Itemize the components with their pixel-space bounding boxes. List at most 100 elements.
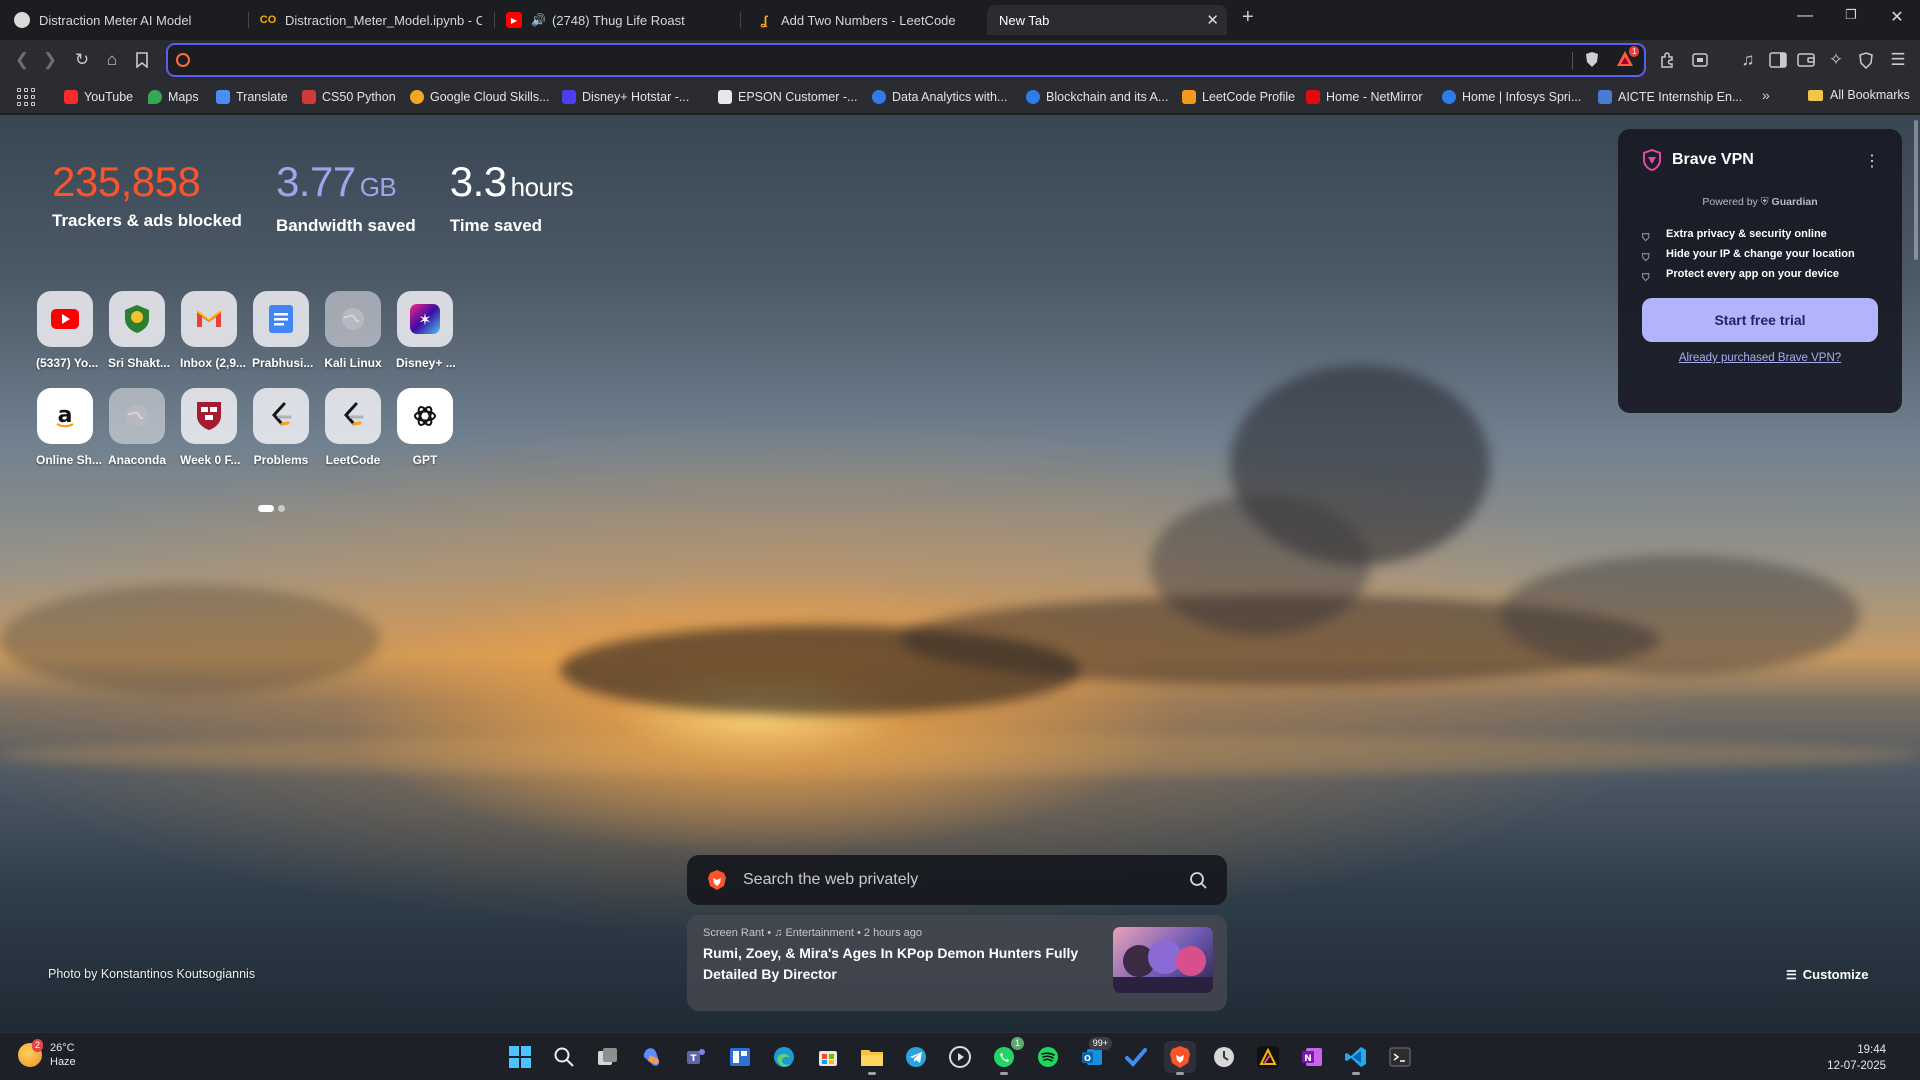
extensions-icon[interactable] <box>1656 48 1680 72</box>
bookmark-translate[interactable]: Translate <box>216 88 288 106</box>
forward-icon[interactable]: ❯ <box>38 48 62 72</box>
bookmark-aicte[interactable]: AICTE Internship En... <box>1598 88 1742 106</box>
page-dot[interactable] <box>278 505 285 512</box>
more-options-icon[interactable]: ⋮ <box>1864 151 1880 171</box>
top-site-tile[interactable]: LeetCode <box>324 388 382 467</box>
bookmark-netmirror[interactable]: Home - NetMirror <box>1306 88 1423 106</box>
telegram-icon[interactable] <box>900 1041 932 1073</box>
bookmark-icon[interactable] <box>130 48 154 72</box>
top-site-tile[interactable]: ✶ Disney+ ... <box>396 291 456 370</box>
amazon-icon: a <box>37 388 93 444</box>
top-site-tile[interactable]: Anaconda <box>108 388 166 467</box>
top-site-tile[interactable]: Kali Linux <box>324 291 382 370</box>
new-tab-button[interactable]: + <box>1242 6 1254 29</box>
page-dot-active[interactable] <box>258 505 274 512</box>
onenote-icon[interactable]: N <box>1296 1041 1328 1073</box>
reload-icon[interactable]: ↻ <box>70 48 94 72</box>
check-shield-icon: ⛉ <box>1642 272 1650 284</box>
bookmark-hotstar[interactable]: Disney+ Hotstar -... <box>562 88 689 106</box>
news-title[interactable]: Rumi, Zoey, & Mira's Ages In KPop Demon … <box>703 943 1083 985</box>
screenshot-icon[interactable] <box>1688 48 1712 72</box>
top-site-tile[interactable]: Inbox (2,9... <box>180 291 246 370</box>
top-site-tile[interactable]: Sri Shakt... <box>108 291 170 370</box>
bookmark-youtube[interactable]: YouTube <box>64 88 133 106</box>
address-bar[interactable]: 1 <box>166 43 1646 77</box>
more-bookmarks-icon[interactable]: » <box>1762 87 1770 103</box>
tab-colab[interactable]: CO Distraction_Meter_Model.ipynb - Col <box>260 5 482 35</box>
bookmark-epson[interactable]: EPSON Customer -... <box>718 88 857 106</box>
outlook-icon[interactable]: O 99+ <box>1076 1037 1112 1073</box>
customize-button[interactable]: ☰ Customize <box>1786 967 1869 982</box>
bookmark-data-analytics[interactable]: Data Analytics with... <box>872 88 1007 106</box>
tab-youtube-roast[interactable]: ▶ 🔊 (2748) Thug Life Roast <box>506 5 724 35</box>
infosys-icon <box>1442 90 1456 104</box>
vscode-icon[interactable] <box>1340 1041 1372 1075</box>
weather-badge: 2 <box>32 1039 44 1052</box>
teams-icon[interactable]: T <box>680 1041 712 1073</box>
tab-distraction-meter[interactable]: Distraction Meter AI Model <box>14 5 234 35</box>
wallet-icon[interactable] <box>1794 48 1818 72</box>
todo-icon[interactable] <box>1120 1041 1152 1073</box>
affinity-icon[interactable] <box>1252 1041 1284 1073</box>
file-explorer-icon[interactable] <box>856 1041 888 1075</box>
widgets-icon[interactable] <box>724 1041 756 1073</box>
bookmark-maps[interactable]: Maps <box>148 88 199 106</box>
vpn-icon[interactable] <box>1854 48 1878 72</box>
already-purchased-link[interactable]: Already purchased Brave VPN? <box>1642 352 1878 364</box>
bookmark-infosys[interactable]: Home | Infosys Spri... <box>1442 88 1581 106</box>
news-card[interactable]: Screen Rant • ♫ Entertainment • 2 hours … <box>687 915 1227 1011</box>
tab-new-tab[interactable]: New Tab ✕ <box>987 5 1227 35</box>
leo-ai-icon[interactable]: ✧ <box>1824 48 1848 72</box>
start-button[interactable] <box>504 1041 536 1073</box>
maps-icon <box>148 90 162 104</box>
photo-credit[interactable]: Photo by Konstantinos Koutsogiannis <box>48 967 255 981</box>
top-site-tile[interactable]: Problems <box>252 388 310 467</box>
search-box[interactable]: Search the web privately <box>687 855 1227 905</box>
terminal-icon[interactable] <box>1384 1041 1416 1073</box>
media-player-icon[interactable] <box>944 1041 976 1073</box>
edge-icon[interactable] <box>768 1041 800 1073</box>
menu-icon[interactable]: ☰ <box>1886 48 1910 72</box>
spotify-icon[interactable] <box>1032 1041 1064 1073</box>
tab-leetcode[interactable]: ʆ Add Two Numbers - LeetCode <box>756 5 976 35</box>
home-icon[interactable]: ⌂ <box>100 48 124 72</box>
back-icon[interactable]: ❮ <box>10 48 34 72</box>
bookmark-blockchain[interactable]: Blockchain and its A... <box>1026 88 1168 106</box>
store-icon[interactable] <box>812 1041 844 1073</box>
brave-shields-icon[interactable] <box>1584 51 1600 72</box>
start-free-trial-button[interactable]: Start free trial <box>1642 298 1878 342</box>
window-close-button[interactable]: ✕ <box>1882 7 1912 27</box>
leetcode-icon <box>253 388 309 444</box>
top-site-tile[interactable]: a Online Sh... <box>36 388 102 467</box>
page-scrollbar[interactable] <box>1914 120 1918 260</box>
tile-label: Anaconda <box>108 453 167 467</box>
search-icon[interactable] <box>548 1041 580 1073</box>
top-site-tile[interactable]: GPT <box>396 388 454 467</box>
top-site-tile[interactable]: Week 0 F... <box>180 388 240 467</box>
tiles-pagination[interactable] <box>258 505 285 512</box>
whatsapp-icon[interactable]: 1 <box>988 1037 1024 1075</box>
bookmark-leetcode-profile[interactable]: LeetCode Profile <box>1182 88 1295 106</box>
sidebar-icon[interactable] <box>1766 48 1790 72</box>
brave-browser-icon[interactable] <box>1164 1041 1196 1075</box>
top-site-tile[interactable]: (5337) Yo... <box>36 291 98 370</box>
search-icon[interactable] <box>1189 871 1207 889</box>
close-icon[interactable]: ✕ <box>1206 11 1219 29</box>
bookmark-label: Home - NetMirror <box>1326 90 1423 104</box>
system-clock[interactable]: 19:44 12-07-2025 <box>1827 1042 1886 1074</box>
minimize-button[interactable]: — <box>1790 7 1820 25</box>
clock-app-icon[interactable] <box>1208 1041 1240 1073</box>
restore-button[interactable]: ❐ <box>1836 7 1866 23</box>
top-site-tile[interactable]: Prabhusi... <box>252 291 313 370</box>
task-view-icon[interactable] <box>592 1041 624 1073</box>
bookmark-google-cloud[interactable]: Google Cloud Skills... <box>410 88 550 106</box>
bookmark-cs50[interactable]: CS50 Python <box>302 88 396 106</box>
weather-widget[interactable]: 2 26°C Haze <box>18 1039 76 1069</box>
speaker-icon[interactable]: 🔊 <box>531 13 546 27</box>
cs50-icon <box>302 90 316 104</box>
copilot-icon[interactable] <box>636 1041 668 1073</box>
music-icon[interactable]: ♫ <box>1736 48 1760 72</box>
all-bookmarks-button[interactable]: All Bookmarks <box>1808 88 1910 102</box>
news-thumbnail[interactable] <box>1113 927 1213 993</box>
apps-grid-icon[interactable] <box>17 88 35 106</box>
